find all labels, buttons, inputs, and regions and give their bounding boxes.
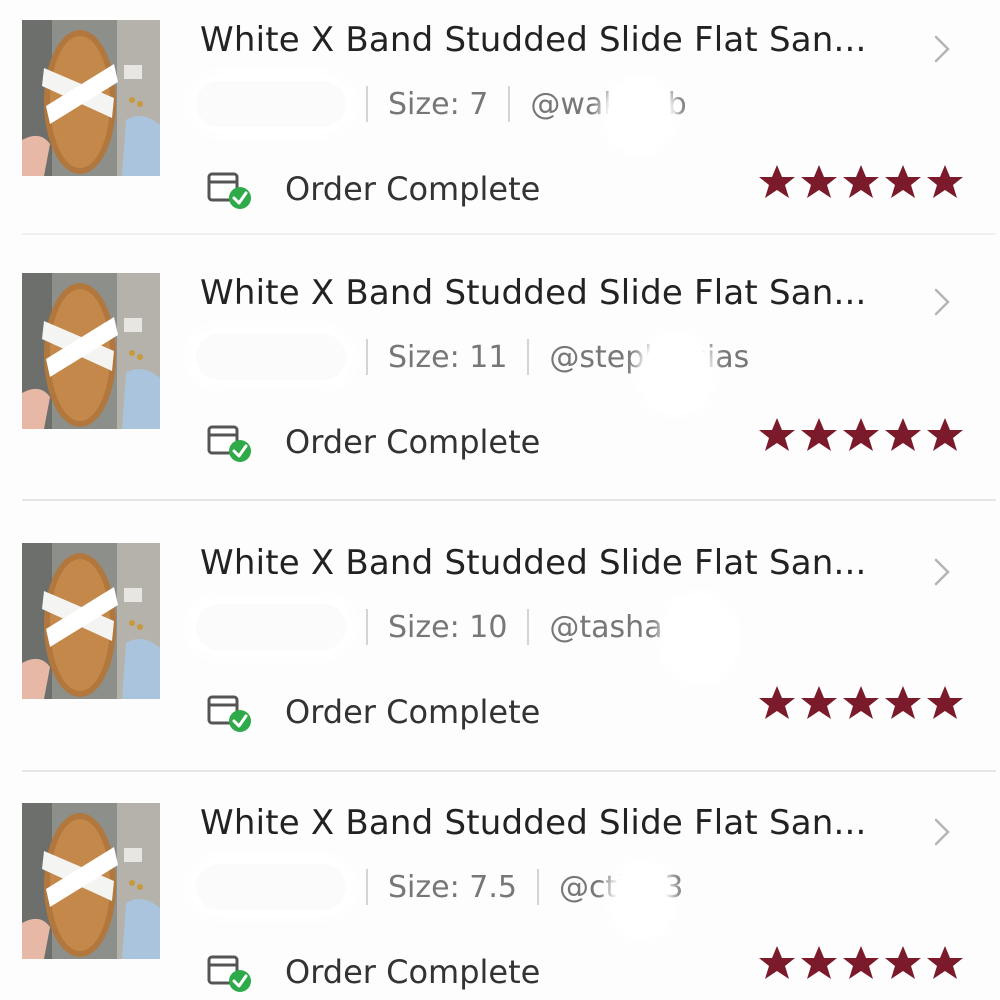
order-history-list: White X Band Studded Slide Flat San... S… [0, 0, 1000, 1000]
product-title[interactable]: White X Band Studded Slide Flat San... [200, 803, 867, 843]
product-thumbnail[interactable] [22, 543, 160, 699]
meta-divider [536, 869, 539, 905]
star-icon [843, 686, 879, 719]
meta-divider [527, 609, 530, 645]
redaction-blur [668, 599, 730, 679]
product-thumbnail[interactable] [22, 20, 160, 176]
star-icon [885, 686, 921, 719]
size-label: Size: 7.5 [388, 869, 517, 905]
star-icon [843, 165, 879, 198]
star-icon [927, 946, 963, 979]
star-icon [759, 686, 795, 719]
star-icon [843, 946, 879, 979]
order-meta: Size: 7.5 @cti /13 [196, 864, 683, 910]
order-status: Order Complete [285, 423, 541, 461]
meta-divider [366, 339, 368, 375]
chevron-right-icon[interactable] [930, 557, 954, 587]
order-row[interactable]: White X Band Studded Slide Flat San... S… [0, 0, 1000, 233]
package-check-icon [207, 172, 251, 209]
order-status: Order Complete [285, 953, 541, 991]
star-icon [801, 418, 837, 451]
sandal-image [22, 803, 160, 959]
package-check-icon [207, 955, 251, 992]
redacted-price [196, 864, 346, 910]
star-icon [885, 418, 921, 451]
product-title[interactable]: White X Band Studded Slide Flat San... [200, 273, 867, 313]
star-rating [758, 945, 964, 981]
order-row[interactable]: White X Band Studded Slide Flat San... S… [0, 783, 1000, 1000]
order-row[interactable]: White X Band Studded Slide Flat San... S… [0, 523, 1000, 769]
product-thumbnail[interactable] [22, 273, 160, 429]
star-icon [801, 946, 837, 979]
star-icon [801, 686, 837, 719]
row-divider [22, 233, 996, 235]
redaction-blur [608, 84, 670, 148]
redacted-price [196, 604, 346, 650]
sandal-image [22, 273, 160, 429]
size-label: Size: 7 [388, 86, 489, 122]
meta-divider [366, 86, 368, 122]
product-title[interactable]: White X Band Studded Slide Flat San... [200, 543, 867, 583]
star-icon [759, 418, 795, 451]
star-icon [759, 946, 795, 979]
star-icon [885, 946, 921, 979]
star-icon [927, 418, 963, 451]
meta-divider [508, 86, 511, 122]
star-icon [843, 418, 879, 451]
star-icon [927, 165, 963, 198]
chevron-right-icon[interactable] [930, 34, 954, 64]
order-status: Order Complete [285, 693, 541, 731]
redacted-price [196, 81, 346, 127]
sandal-image [22, 543, 160, 699]
redaction-blur [645, 337, 707, 409]
chevron-right-icon[interactable] [930, 287, 954, 317]
redaction-blur [616, 865, 666, 935]
star-icon [927, 686, 963, 719]
chevron-right-icon[interactable] [930, 817, 954, 847]
star-icon [759, 165, 795, 198]
order-meta: Size: 10 @tasha ann [196, 604, 729, 650]
product-title[interactable]: White X Band Studded Slide Flat San... [200, 20, 867, 60]
order-row[interactable]: White X Band Studded Slide Flat San... S… [0, 253, 1000, 499]
meta-divider [366, 869, 368, 905]
row-divider [22, 770, 996, 772]
sandal-image [22, 20, 160, 176]
star-rating [758, 417, 964, 453]
package-check-icon [207, 425, 251, 462]
order-status: Order Complete [285, 170, 541, 208]
star-rating [758, 685, 964, 721]
meta-divider [366, 609, 368, 645]
product-thumbnail[interactable] [22, 803, 160, 959]
size-label: Size: 10 [388, 609, 508, 645]
star-icon [801, 165, 837, 198]
star-rating [758, 164, 964, 200]
star-icon [885, 165, 921, 198]
redacted-price [196, 334, 346, 380]
row-divider [22, 499, 996, 501]
package-check-icon [207, 695, 251, 732]
meta-divider [527, 339, 530, 375]
size-label: Size: 11 [388, 339, 508, 375]
